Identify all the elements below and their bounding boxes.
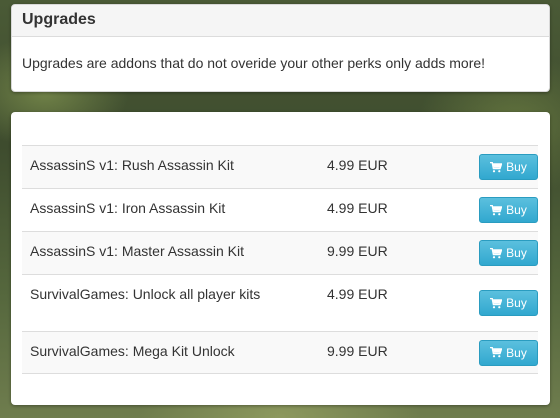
package-name: SurvivalGames: Mega Kit Unlock <box>30 343 235 359</box>
package-action: Buy <box>455 332 538 374</box>
buy-button-label: Buy <box>506 345 527 360</box>
package-name: SurvivalGames: Unlock all player kits <box>30 286 261 302</box>
package-price: 4.99 EUR <box>327 286 388 302</box>
buy-button-label: Buy <box>506 296 527 310</box>
package-row: SurvivalGames: Unlock all player kits 4.… <box>22 274 538 332</box>
shopping-cart-icon <box>490 347 503 358</box>
package-price: 4.99 EUR <box>327 157 388 173</box>
upgrades-panel: Upgrades Upgrades are addons that do not… <box>11 4 550 92</box>
packages-panel: AssassinS v1: Rush Assassin Kit 4.99 EUR… <box>11 112 550 405</box>
package-action: Buy <box>455 146 538 189</box>
panel-description: Upgrades are addons that do not overide … <box>22 55 486 71</box>
package-price: 9.99 EUR <box>327 343 388 359</box>
package-action: Buy <box>455 189 538 232</box>
buy-button[interactable]: Buy <box>479 154 538 180</box>
package-row: AssassinS v1: Master Assassin Kit 9.99 E… <box>22 231 538 275</box>
package-price: 4.99 EUR <box>327 200 388 216</box>
package-price: 9.99 EUR <box>327 243 388 259</box>
panel-title: Upgrades <box>12 5 549 37</box>
buy-button-label: Buy <box>506 160 527 174</box>
buy-button[interactable]: Buy <box>479 339 538 366</box>
buy-button[interactable]: Buy <box>479 197 538 223</box>
package-name: AssassinS v1: Rush Assassin Kit <box>30 157 234 173</box>
buy-button-label: Buy <box>506 203 527 217</box>
buy-button[interactable]: Buy <box>479 240 538 266</box>
buy-button-label: Buy <box>506 246 527 260</box>
package-name: AssassinS v1: Iron Assassin Kit <box>30 200 226 216</box>
package-row: AssassinS v1: Iron Assassin Kit 4.99 EUR… <box>22 188 538 232</box>
package-row: SurvivalGames: Mega Kit Unlock 9.99 EUR … <box>22 331 538 374</box>
shopping-cart-icon <box>490 297 503 309</box>
package-row: AssassinS v1: Rush Assassin Kit 4.99 EUR… <box>22 145 538 189</box>
packages-table: AssassinS v1: Rush Assassin Kit 4.99 EUR… <box>22 145 538 374</box>
package-action: Buy <box>455 275 538 332</box>
shopping-cart-icon <box>490 204 503 216</box>
shopping-cart-icon <box>490 161 503 173</box>
package-name: AssassinS v1: Master Assassin Kit <box>30 243 244 259</box>
shopping-cart-icon <box>490 247 503 259</box>
package-action: Buy <box>455 232 538 275</box>
buy-button[interactable]: Buy <box>479 290 538 316</box>
